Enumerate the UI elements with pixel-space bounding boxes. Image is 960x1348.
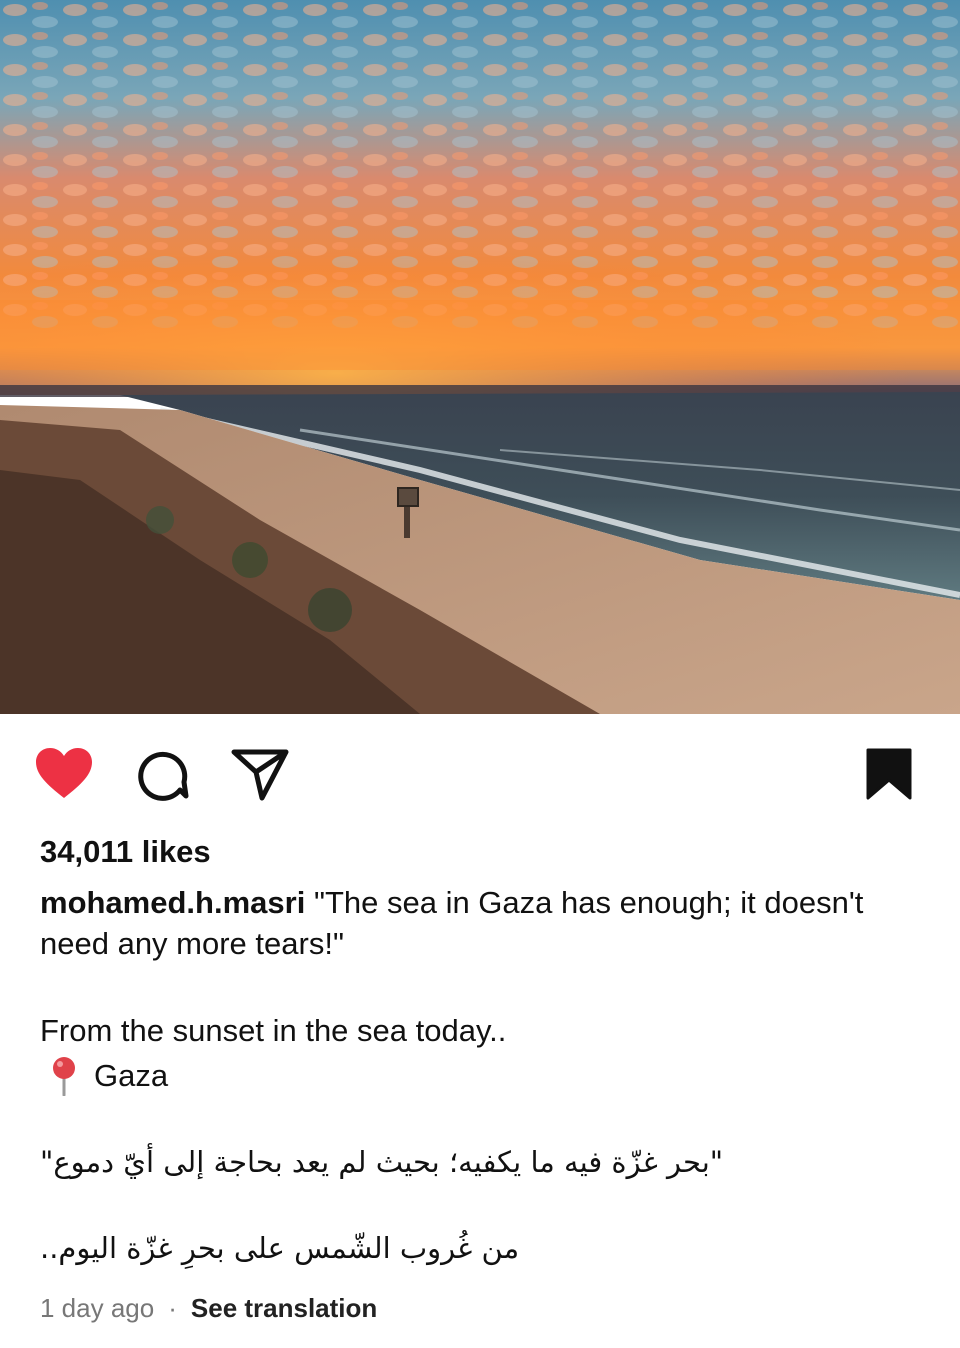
caption-ar-row-1: "بحر غزّة فيه ما يكفيه؛ بحيث لم يعد بحاج… (40, 1142, 900, 1182)
location-text: Gaza (94, 1058, 169, 1093)
post-photo[interactable] (0, 0, 960, 714)
like-button[interactable] (34, 746, 94, 802)
sunset-beach-photo (0, 0, 960, 714)
caption: mohamed.h.masri "The sea in Gaza has eno… (40, 882, 900, 1268)
caption-first-line: mohamed.h.masri "The sea in Gaza has eno… (40, 882, 900, 964)
caption-en-line2: From the sunset in the sea today.. (40, 1013, 507, 1048)
action-bar (0, 714, 960, 834)
see-translation-link[interactable]: See translation (191, 1290, 377, 1326)
instagram-post: 34,011 likes mohamed.h.masri "The sea in… (0, 0, 960, 1348)
round-pushpin-icon (53, 1056, 75, 1096)
post-meta: 34,011 likes mohamed.h.masri "The sea in… (40, 832, 920, 1268)
caption-ar-line2: من غُروب الشّمس على بحرِ غزّة اليوم.. (40, 1231, 520, 1265)
post-footer: 1 day ago · See translation (40, 1290, 377, 1326)
caption-ar-row-2: من غُروب الشّمس على بحرِ غزّة اليوم.. (40, 1228, 900, 1268)
separator-dot: · (168, 1293, 177, 1323)
timestamp: 1 day ago (40, 1293, 155, 1323)
username[interactable]: mohamed.h.masri (40, 885, 305, 920)
comment-button[interactable] (134, 746, 190, 802)
save-button[interactable] (862, 746, 916, 802)
location-line: Gaza (40, 1055, 900, 1096)
comment-bubble-icon (138, 751, 189, 801)
paper-plane-icon (231, 749, 289, 801)
likes-count[interactable]: 34,011 likes (40, 832, 920, 872)
heart-filled-icon (36, 748, 92, 798)
share-button[interactable] (230, 746, 290, 802)
bookmark-filled-icon (866, 748, 912, 800)
caption-ar-quote: "بحر غزّة فيه ما يكفيه؛ بحيث لم يعد بحاج… (40, 1145, 724, 1179)
